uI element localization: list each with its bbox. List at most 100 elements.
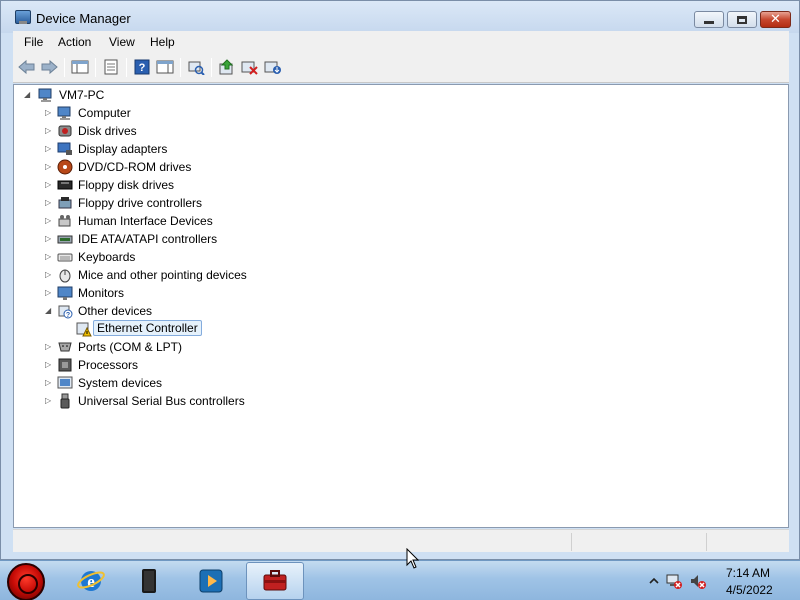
expand-icon[interactable]: ▷ xyxy=(45,198,51,207)
toolbar-separator xyxy=(211,58,212,77)
expand-icon[interactable]: ▷ xyxy=(45,270,51,279)
expand-icon[interactable]: ▷ xyxy=(45,216,51,225)
tree-category-label: Other devices xyxy=(78,304,153,318)
expand-icon[interactable]: ▷ xyxy=(45,126,51,135)
expand-icon[interactable]: ▷ xyxy=(45,342,51,351)
help-icon[interactable]: ? xyxy=(132,57,152,77)
ide-controller-icon xyxy=(57,231,73,247)
tree-category-row[interactable]: ▷ Keyboards xyxy=(14,248,774,266)
toolbar-separator xyxy=(95,58,96,77)
tree-category-row[interactable]: ▷ Disk drives xyxy=(14,122,774,140)
port-icon xyxy=(57,339,73,355)
tree-root[interactable]: ◢ VM7-PC xyxy=(14,86,774,104)
expand-icon[interactable]: ▷ xyxy=(45,288,51,297)
properties-icon[interactable] xyxy=(101,57,121,77)
menu-action[interactable]: Action xyxy=(58,35,91,49)
tree-category-label: Mice and other pointing devices xyxy=(78,268,247,282)
update-driver-icon[interactable] xyxy=(217,57,237,77)
tree-category-row[interactable]: ▷ Processors xyxy=(14,356,774,374)
media-player-icon[interactable] xyxy=(182,562,240,600)
tree-category-label: DVD/CD-ROM drives xyxy=(78,160,192,174)
forward-arrow-icon[interactable] xyxy=(39,57,59,77)
tree-category-row[interactable]: ▷ Computer xyxy=(14,104,774,122)
clock-date[interactable]: 4/5/2022 xyxy=(726,583,773,597)
expand-icon[interactable]: ▷ xyxy=(45,234,51,243)
monitor-icon xyxy=(57,285,73,301)
warning-device-icon xyxy=(76,321,92,337)
expand-icon[interactable]: ▷ xyxy=(45,396,51,405)
tree-category-label: Processors xyxy=(78,358,139,372)
tree-category-row[interactable]: ▷ System devices xyxy=(14,374,774,392)
title-bar[interactable]: Device Manager ✕ xyxy=(1,1,799,33)
tree-category-row[interactable]: ◢? Other devices xyxy=(14,302,774,320)
tree-category-row[interactable]: ▷ DVD/CD-ROM drives xyxy=(14,158,774,176)
device-manager-icon[interactable] xyxy=(246,562,304,600)
menu-bar: File Action View Help xyxy=(13,31,789,53)
tree-category-row[interactable]: ▷ Mice and other pointing devices xyxy=(14,266,774,284)
maximize-button[interactable] xyxy=(727,11,757,28)
toolbar-separator xyxy=(64,58,65,77)
window-title: Device Manager xyxy=(36,11,131,26)
uninstall-icon[interactable] xyxy=(263,57,283,77)
status-bar xyxy=(13,529,789,552)
tree-category-label: Floppy disk drives xyxy=(78,178,175,192)
tree-category-row[interactable]: ▷ Floppy disk drives xyxy=(14,176,774,194)
tree-category-row[interactable]: ▷ Floppy drive controllers xyxy=(14,194,774,212)
expand-icon[interactable]: ▷ xyxy=(45,252,51,261)
svg-text:?: ? xyxy=(139,62,146,74)
device-tree-panel[interactable]: ◢ VM7-PC ▷ Computer ▷ Disk drives ▷ Display a… xyxy=(13,84,789,528)
tree-category-label: Ports (COM & LPT) xyxy=(78,340,183,354)
tree-category-row[interactable]: ▷ Monitors xyxy=(14,284,774,302)
expand-icon[interactable]: ▷ xyxy=(45,378,51,387)
scan-hardware-icon[interactable] xyxy=(186,57,206,77)
toolbar-separator xyxy=(180,58,181,77)
windows-explorer-icon[interactable] xyxy=(120,562,178,600)
tree-category-row[interactable]: ▷ IDE ATA/ATAPI controllers xyxy=(14,230,774,248)
menu-help[interactable]: Help xyxy=(150,35,175,49)
minimize-button[interactable] xyxy=(694,11,724,28)
minimize-icon xyxy=(704,21,714,24)
computer-icon xyxy=(57,105,73,121)
computer-icon xyxy=(38,87,54,103)
expand-icon[interactable]: ▷ xyxy=(45,162,51,171)
disable-icon[interactable] xyxy=(240,57,260,77)
show-hidden-icons-icon[interactable] xyxy=(644,571,664,591)
unknown-device-icon: ? xyxy=(57,303,73,319)
status-divider xyxy=(706,533,707,551)
tree-category-label: Display adapters xyxy=(78,142,168,156)
display-adapter-icon xyxy=(57,141,73,157)
expand-icon[interactable]: ▷ xyxy=(45,180,51,189)
tree-category-label: IDE ATA/ATAPI controllers xyxy=(78,232,218,246)
expand-icon[interactable]: ▷ xyxy=(45,144,51,153)
tree-category-row[interactable]: ▷ Universal Serial Bus controllers xyxy=(14,392,774,410)
floppy-controller-icon xyxy=(57,195,73,211)
start-button[interactable] xyxy=(7,563,45,600)
maximize-icon xyxy=(737,15,747,24)
tree-device-label[interactable]: Ethernet Controller xyxy=(93,320,202,336)
close-button[interactable]: ✕ xyxy=(760,11,791,28)
internet-explorer-icon[interactable]: e xyxy=(62,562,120,600)
collapse-icon[interactable]: ◢ xyxy=(24,90,30,99)
expand-icon[interactable]: ▷ xyxy=(45,108,51,117)
disk-drive-icon xyxy=(57,123,73,139)
tree-category-label: Monitors xyxy=(78,286,125,300)
show-hide-console-tree-icon[interactable] xyxy=(70,57,90,77)
tree-device-row[interactable]: Ethernet Controller xyxy=(14,320,774,338)
tree-root-label: VM7-PC xyxy=(59,88,105,102)
tree-category-row[interactable]: ▷ Human Interface Devices xyxy=(14,212,774,230)
expand-icon[interactable]: ▷ xyxy=(45,360,51,369)
menu-view[interactable]: View xyxy=(109,35,135,49)
menu-file[interactable]: File xyxy=(24,35,43,49)
tree-category-label: Universal Serial Bus controllers xyxy=(78,394,245,408)
tree-category-row[interactable]: ▷ Display adapters xyxy=(14,140,774,158)
hid-icon xyxy=(57,213,73,229)
volume-muted-icon[interactable] xyxy=(688,571,708,591)
tree-category-label: Keyboards xyxy=(78,250,136,264)
action-pane-icon[interactable] xyxy=(155,57,175,77)
tree-category-row[interactable]: ▷ Ports (COM & LPT) xyxy=(14,338,774,356)
network-icon[interactable] xyxy=(664,571,684,591)
collapse-icon[interactable]: ◢ xyxy=(45,306,51,315)
clock-time[interactable]: 7:14 AM xyxy=(726,566,770,580)
tree-category-label: Human Interface Devices xyxy=(78,214,213,228)
back-arrow-icon[interactable] xyxy=(17,57,37,77)
